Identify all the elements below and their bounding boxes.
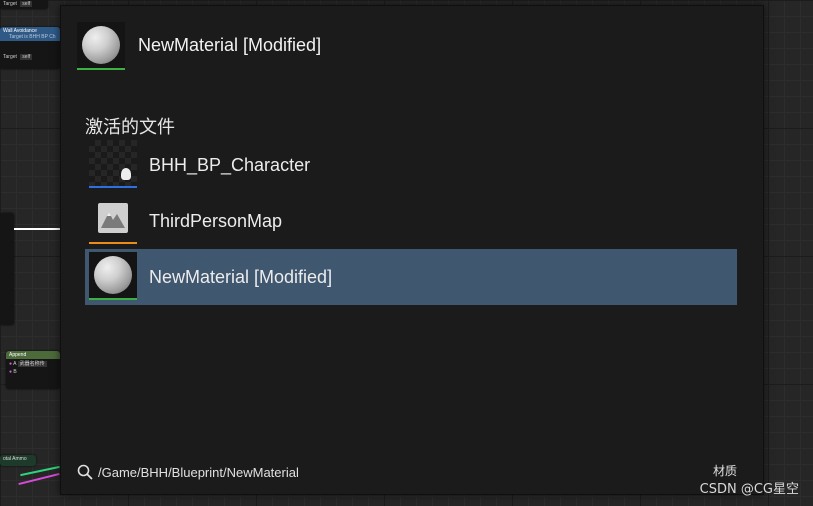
- material-sphere-icon: [82, 26, 120, 64]
- asset-type-label: 材质: [712, 464, 737, 478]
- active-files-list: BHH_BP_Character ThirdPersonMap NewMater…: [85, 137, 737, 305]
- exec-wire: [14, 228, 60, 230]
- pin-value: self: [20, 54, 33, 60]
- asset-type-stripe: [89, 242, 137, 244]
- node-title: Append: [9, 352, 27, 358]
- asset-path: /Game/BHH/Blueprint/NewMaterial: [98, 465, 299, 480]
- list-item-label: BHH_BP_Character: [149, 155, 311, 175]
- pin-value: 武器名称传: [17, 361, 47, 367]
- bg-node-top: Target self: [0, 0, 48, 9]
- item-thumbnail: [89, 140, 137, 188]
- asset-type-stripe: [77, 68, 125, 70]
- bg-node-ammo: otal Ammo: [0, 455, 36, 466]
- node-label: otal Ammo: [3, 456, 27, 462]
- pin-value: self: [20, 1, 33, 7]
- node-header: Wall Avoidance Target is BHH BP Ch: [0, 27, 60, 41]
- blueprint-character-icon: [89, 140, 137, 186]
- list-item-label: NewMaterial [Modified]: [149, 267, 333, 287]
- node-subtitle: Target is BHH BP Ch: [9, 34, 56, 40]
- level-map-icon: [98, 203, 128, 233]
- bg-node-wall-avoidance: Wall Avoidance Target is BHH BP Ch Targe…: [0, 27, 60, 69]
- list-item-newmaterial[interactable]: NewMaterial [Modified]: [85, 249, 737, 305]
- current-asset-name: NewMaterial [Modified]: [138, 35, 322, 55]
- footer: /Game/BHH/Blueprint/NewMaterial 材质: [77, 462, 745, 482]
- search-icon: [77, 464, 93, 480]
- current-asset[interactable]: NewMaterial [Modified]: [77, 22, 477, 72]
- bg-node-append: Append ● A 武器名称传 ● B: [6, 351, 60, 389]
- watermark: CSDN @CG星空: [699, 482, 799, 497]
- item-thumbnail: [89, 252, 137, 300]
- asset-type-stripe: [89, 298, 137, 300]
- pin-label: Target: [3, 1, 17, 7]
- current-asset-thumbnail: [77, 22, 125, 70]
- asset-type-stripe: [89, 186, 137, 188]
- list-item-label: ThirdPersonMap: [149, 211, 283, 231]
- pin-label: Target: [3, 54, 17, 60]
- item-thumbnail: [89, 196, 137, 244]
- list-item-bhh-bp-character[interactable]: BHH_BP_Character: [85, 137, 737, 193]
- list-item-thirdpersonmap[interactable]: ThirdPersonMap: [85, 193, 737, 249]
- node-header: Append: [6, 351, 60, 359]
- pin-label: A: [13, 361, 17, 367]
- section-title: 激活的文件: [85, 117, 175, 138]
- pin-label: B: [13, 369, 17, 375]
- material-sphere-icon: [94, 256, 132, 294]
- bg-node-exec: [0, 213, 14, 325]
- open-assets-switcher: NewMaterial [Modified] 激活的文件 BHH_BP_Char…: [60, 5, 764, 495]
